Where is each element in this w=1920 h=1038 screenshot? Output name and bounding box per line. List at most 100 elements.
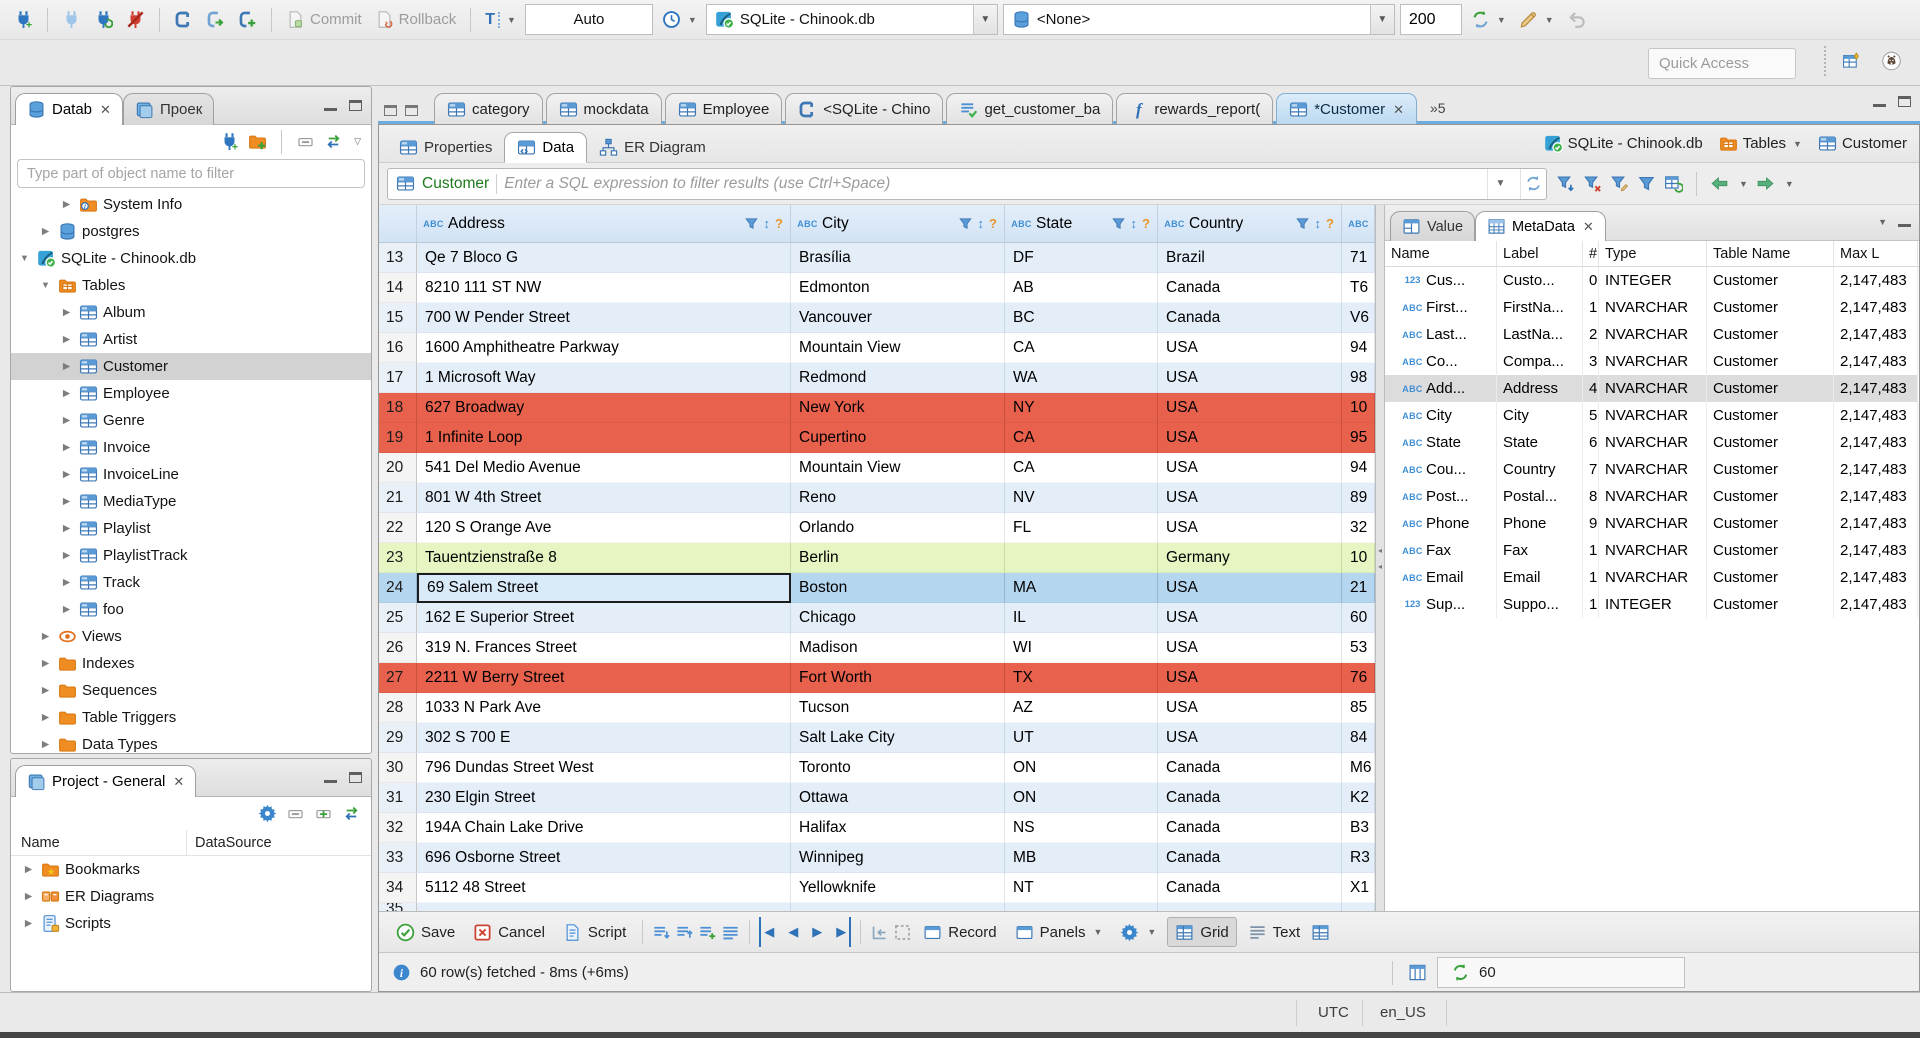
row-number[interactable]: 15 <box>379 303 417 333</box>
grid-cell[interactable]: USA <box>1158 333 1342 363</box>
table-row[interactable]: 25 162 E Superior Street Chicago IL USA 60 <box>379 603 1375 633</box>
metadata-cell[interactable]: Custo... <box>1497 267 1583 294</box>
metadata-cell[interactable]: 2,147,483 <box>1834 591 1918 618</box>
tree-item-playlisttrack[interactable]: ▶ PlaylistTrack <box>11 542 371 569</box>
metadata-cell[interactable]: ABC Fax <box>1385 537 1497 564</box>
tab-er-diagram[interactable]: ER Diagram <box>587 132 718 163</box>
grid-cell[interactable]: M6 <box>1342 753 1375 783</box>
grid-cell[interactable]: Brasília <box>791 243 1005 273</box>
grid-cell[interactable]: AZ <box>1005 693 1158 723</box>
metadata-cell[interactable]: 1 <box>1583 294 1599 321</box>
grid-cell[interactable]: 71 <box>1342 243 1375 273</box>
grid-cell[interactable]: 302 S 700 E <box>417 723 791 753</box>
metadata-row-firstna[interactable]: ABC First... FirstNa... 1 NVARCHAR Customer 2,… <box>1385 294 1919 321</box>
close-icon[interactable]: ✕ <box>100 103 111 116</box>
close-icon[interactable]: ✕ <box>1583 220 1594 233</box>
sql-filter-field[interactable]: Customer Enter a SQL expression to filte… <box>387 167 1547 200</box>
grid-cell[interactable]: Canada <box>1158 873 1342 903</box>
grid-cell[interactable]: Canada <box>1158 753 1342 783</box>
column-header-address[interactable]: ABC Address ↕? <box>417 205 791 242</box>
metadata-cell[interactable]: Customer <box>1707 483 1834 510</box>
metadata-cell[interactable]: 0 <box>1583 267 1599 294</box>
chevron-right-icon[interactable]: ▶ <box>21 864 36 875</box>
metadata-cell[interactable]: 2,147,483 <box>1834 321 1918 348</box>
new-connection-button[interactable]: + <box>10 5 37 35</box>
metadata-row-lastna[interactable]: ABC Last... LastNa... 2 NVARCHAR Customer 2,14… <box>1385 321 1919 348</box>
grid-cell[interactable]: MA <box>1005 573 1158 603</box>
grid-cell[interactable]: AB <box>1005 273 1158 303</box>
grid-cell[interactable]: 696 Osborne Street <box>417 843 791 873</box>
grid-cell[interactable]: Vancouver <box>791 303 1005 333</box>
grid-cell[interactable]: WI <box>1005 633 1158 663</box>
table-row[interactable]: 33 696 Osborne Street Winnipeg MB Canada R3 <box>379 843 1375 873</box>
table-row[interactable]: 34 5112 48 Street Yellowknife NT Canada X1 <box>379 873 1375 903</box>
metadata-cell[interactable]: Email <box>1497 564 1583 591</box>
table-row[interactable]: 20 541 Del Medio Avenue Mountain View CA USA… <box>379 453 1375 483</box>
grid-cell[interactable]: USA <box>1158 693 1342 723</box>
open-sql-script-button[interactable] <box>202 5 229 35</box>
sort-icon[interactable]: ↕ <box>978 216 985 231</box>
tree-item-track[interactable]: ▶ Track <box>11 569 371 596</box>
grid-cell[interactable]: USA <box>1158 483 1342 513</box>
panels-button[interactable]: Panels ▼ <box>1008 917 1110 947</box>
metadata-cell[interactable]: ABC Last... <box>1385 321 1497 348</box>
metadata-cell[interactable]: 2,147,483 <box>1834 537 1918 564</box>
chevron-right-icon[interactable]: ▶ <box>38 658 53 669</box>
new-sql-editor-button[interactable] <box>234 5 261 35</box>
meta-column-header-label[interactable]: Label <box>1497 241 1583 266</box>
table-row[interactable]: 22 120 S Orange Ave Orlando FL USA 32 <box>379 513 1375 543</box>
grid-cell[interactable]: 85 <box>1342 693 1375 723</box>
row-number[interactable]: 14 <box>379 273 417 303</box>
grid-cell[interactable]: FL <box>1005 513 1158 543</box>
metadata-cell[interactable]: FirstNa... <box>1497 294 1583 321</box>
nav-back-icon[interactable] <box>1710 174 1729 193</box>
chevron-right-icon[interactable]: ▶ <box>59 604 74 615</box>
grid-cell[interactable]: 98 <box>1342 363 1375 393</box>
metadata-row-compa[interactable]: ABC Co... Compa... 3 NVARCHAR Customer 2,147,4… <box>1385 348 1919 375</box>
quick-access-input[interactable]: Quick Access <box>1648 48 1796 79</box>
grid-cell[interactable]: 84 <box>1342 723 1375 753</box>
grid-cell[interactable]: 627 Broadway <box>417 393 791 423</box>
grid-cell[interactable]: V6 <box>1342 303 1375 333</box>
nav-forward-icon[interactable] <box>1756 174 1775 193</box>
table-row[interactable]: 28 1033 N Park Ave Tucson AZ USA 85 <box>379 693 1375 723</box>
minimize-icon[interactable] <box>324 100 337 111</box>
grid-cell[interactable]: NT <box>1005 873 1158 903</box>
grid-cell[interactable]: USA <box>1158 633 1342 663</box>
metadata-row-email[interactable]: ABC Email Email 1 NVARCHAR Customer 2,147,483 <box>1385 564 1919 591</box>
metadata-cell[interactable]: 7 <box>1583 456 1599 483</box>
first-record-button[interactable]: ◀ <box>759 917 779 947</box>
grid-cell[interactable]: 89 <box>1342 483 1375 513</box>
grid-cell[interactable]: MB <box>1005 843 1158 873</box>
tab-overflow-indicator[interactable]: »5 <box>1430 100 1446 116</box>
row-number[interactable]: 20 <box>379 453 417 483</box>
metadata-cell[interactable]: INTEGER <box>1599 591 1707 618</box>
previous-record-button[interactable]: ◀ <box>783 917 803 947</box>
meta-column-header-name[interactable]: Name <box>1385 241 1497 266</box>
tab-data[interactable]: Data <box>504 132 588 163</box>
metadata-cell[interactable]: Customer <box>1707 267 1834 294</box>
row-number[interactable]: 27 <box>379 663 417 693</box>
tab-properties[interactable]: Properties <box>387 132 504 163</box>
metadata-cell[interactable]: 1 <box>1583 537 1599 564</box>
row-number[interactable]: 16 <box>379 333 417 363</box>
metadata-cell[interactable]: INTEGER <box>1599 267 1707 294</box>
text-presentation-button[interactable]: Text <box>1241 917 1308 947</box>
grid-cell[interactable]: CA <box>1005 423 1158 453</box>
grid-cell[interactable]: USA <box>1158 453 1342 483</box>
chevron-right-icon[interactable]: ▶ <box>38 226 53 237</box>
grid-cell[interactable]: Winnipeg <box>791 843 1005 873</box>
table-row[interactable]: 24 69 Salem Street Boston MA USA 21 <box>379 573 1375 603</box>
table-row[interactable]: 19 1 Infinite Loop Cupertino CA USA 95 <box>379 423 1375 453</box>
metadata-row-city[interactable]: ABC City City 5 NVARCHAR Customer 2,147,483 <box>1385 402 1919 429</box>
metadata-cell[interactable]: Fax <box>1497 537 1583 564</box>
metadata-row-postal[interactable]: ABC Post... Postal... 8 NVARCHAR Customer 2,14… <box>1385 483 1919 510</box>
metadata-cell[interactable]: Country <box>1497 456 1583 483</box>
maximize-icon[interactable] <box>349 100 362 111</box>
column-header-partial[interactable]: ABC <box>1342 205 1375 242</box>
row-number[interactable]: 31 <box>379 783 417 813</box>
cell-selection-icon[interactable] <box>893 923 912 942</box>
tree-item-tables[interactable]: ▼ Tables <box>11 272 371 299</box>
dbeaver-perspective-button[interactable] <box>1876 46 1906 76</box>
project-item-bookmarks[interactable]: ▶ ★ Bookmarks <box>11 856 371 883</box>
